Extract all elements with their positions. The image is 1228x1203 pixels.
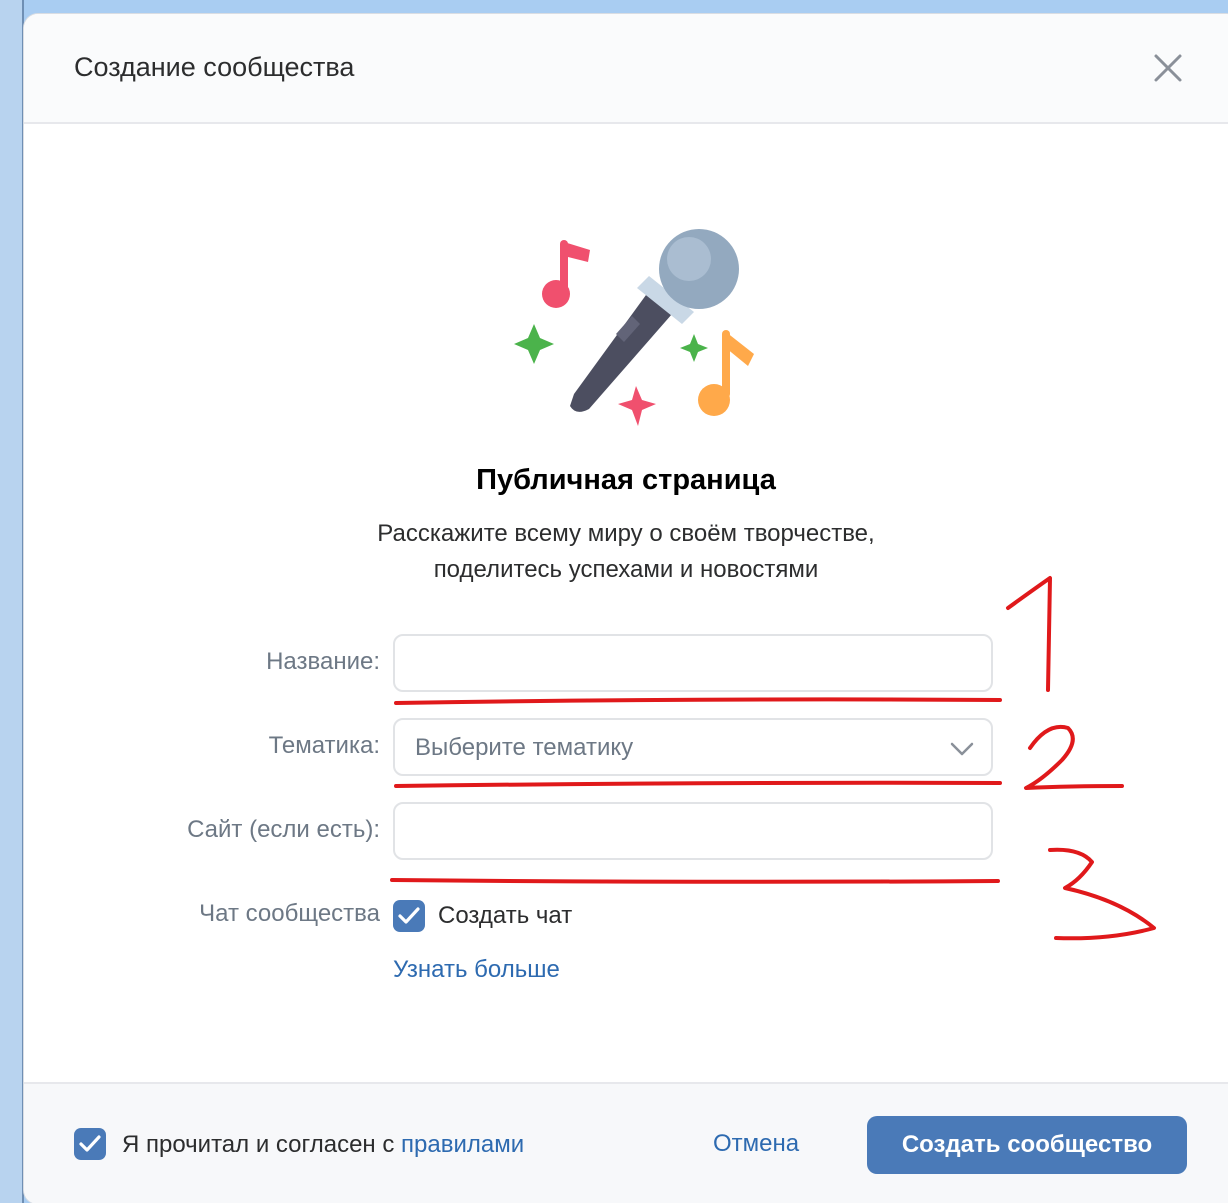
site-label: Сайт (если есть): — [187, 816, 380, 843]
create-community-dialog: Создание сообщества Публичная страница Р… — [24, 14, 1228, 1203]
checkmark-icon — [398, 907, 420, 924]
name-field[interactable] — [393, 634, 993, 692]
page-type-title: Публичная страница — [476, 464, 776, 496]
create-community-button[interactable]: Создать сообщество — [867, 1116, 1187, 1174]
name-label: Название: — [266, 648, 380, 675]
create-chat-checkbox[interactable] — [393, 900, 425, 932]
description-line: поделитесь успехами и новостями — [433, 556, 819, 583]
cancel-button[interactable]: Отмена — [696, 1116, 816, 1172]
close-icon[interactable] — [1150, 50, 1186, 86]
background-page — [0, 0, 24, 1203]
topic-placeholder: Выберите тематику — [415, 734, 634, 761]
agree-text: Я прочитал и согласен с — [122, 1131, 402, 1158]
chevron-down-icon — [950, 742, 974, 756]
checkmark-icon — [79, 1135, 101, 1152]
agree-rules-text: Я прочитал и согласен с правилами — [122, 1131, 524, 1159]
dialog-header: Создание сообщества — [24, 14, 1228, 124]
learn-more-link[interactable]: Узнать больше — [393, 956, 560, 984]
name-input[interactable] — [395, 636, 991, 690]
topic-select[interactable]: Выберите тематику — [393, 718, 993, 776]
topic-label: Тематика: — [268, 732, 380, 759]
dialog-title: Создание сообщества — [74, 52, 355, 82]
page-type-description: Расскажите всему миру о своём творчестве… — [24, 516, 1228, 588]
site-input[interactable] — [395, 804, 991, 858]
chat-section-label: Чат сообщества — [199, 900, 380, 927]
rules-link[interactable]: правилами — [401, 1131, 524, 1158]
microphone-with-music-notes-icon — [504, 214, 754, 434]
dialog-footer: Я прочитал и согласен с правилами Отмена… — [24, 1082, 1228, 1203]
site-field[interactable] — [393, 802, 993, 860]
create-chat-label[interactable]: Создать чат — [438, 902, 572, 930]
agree-rules-checkbox[interactable] — [74, 1128, 106, 1160]
description-line: Расскажите всему миру о своём творчестве… — [377, 520, 875, 547]
